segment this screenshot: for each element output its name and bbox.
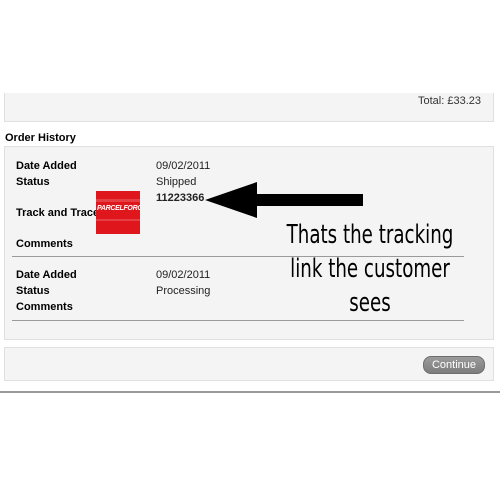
order-history-title: Order History [5, 132, 76, 144]
tracking-number-link[interactable]: 11223366 [156, 192, 204, 204]
date-added-label: Date Added [16, 269, 77, 281]
parcelforce-logo[interactable]: PARCELFORCE [96, 191, 140, 234]
actions-panel [4, 347, 494, 381]
comments-label: Comments [16, 301, 73, 313]
status-value: Shipped [156, 176, 197, 188]
date-added-label: Date Added [16, 160, 77, 172]
annotation-text: Thats the tracking link the customer see… [286, 218, 454, 320]
track-and-trace-label: Track and Trace [16, 207, 100, 219]
annotation-line: sees [349, 288, 391, 318]
date-added-value: 09/02/2011 [156, 160, 211, 172]
order-total: Total: £33.23 [418, 95, 481, 107]
logo-stripe [96, 219, 140, 221]
status-label: Status [16, 176, 50, 188]
comments-label: Comments [16, 238, 73, 250]
page-bottom-divider [0, 391, 500, 393]
totals-panel: Total: £33.23 [4, 93, 494, 122]
status-value: Processing [156, 285, 211, 297]
annotation-line: link the customer [290, 254, 450, 284]
logo-stripe [96, 199, 140, 202]
logo-text: PARCELFORCE [97, 205, 140, 212]
annotation-line: Thats the tracking [286, 220, 454, 250]
entry-divider [12, 320, 464, 321]
date-added-value: 09/02/2011 [156, 269, 211, 281]
continue-button[interactable]: Continue [423, 356, 485, 374]
left-arrow-icon [205, 182, 363, 218]
status-label: Status [16, 285, 50, 297]
